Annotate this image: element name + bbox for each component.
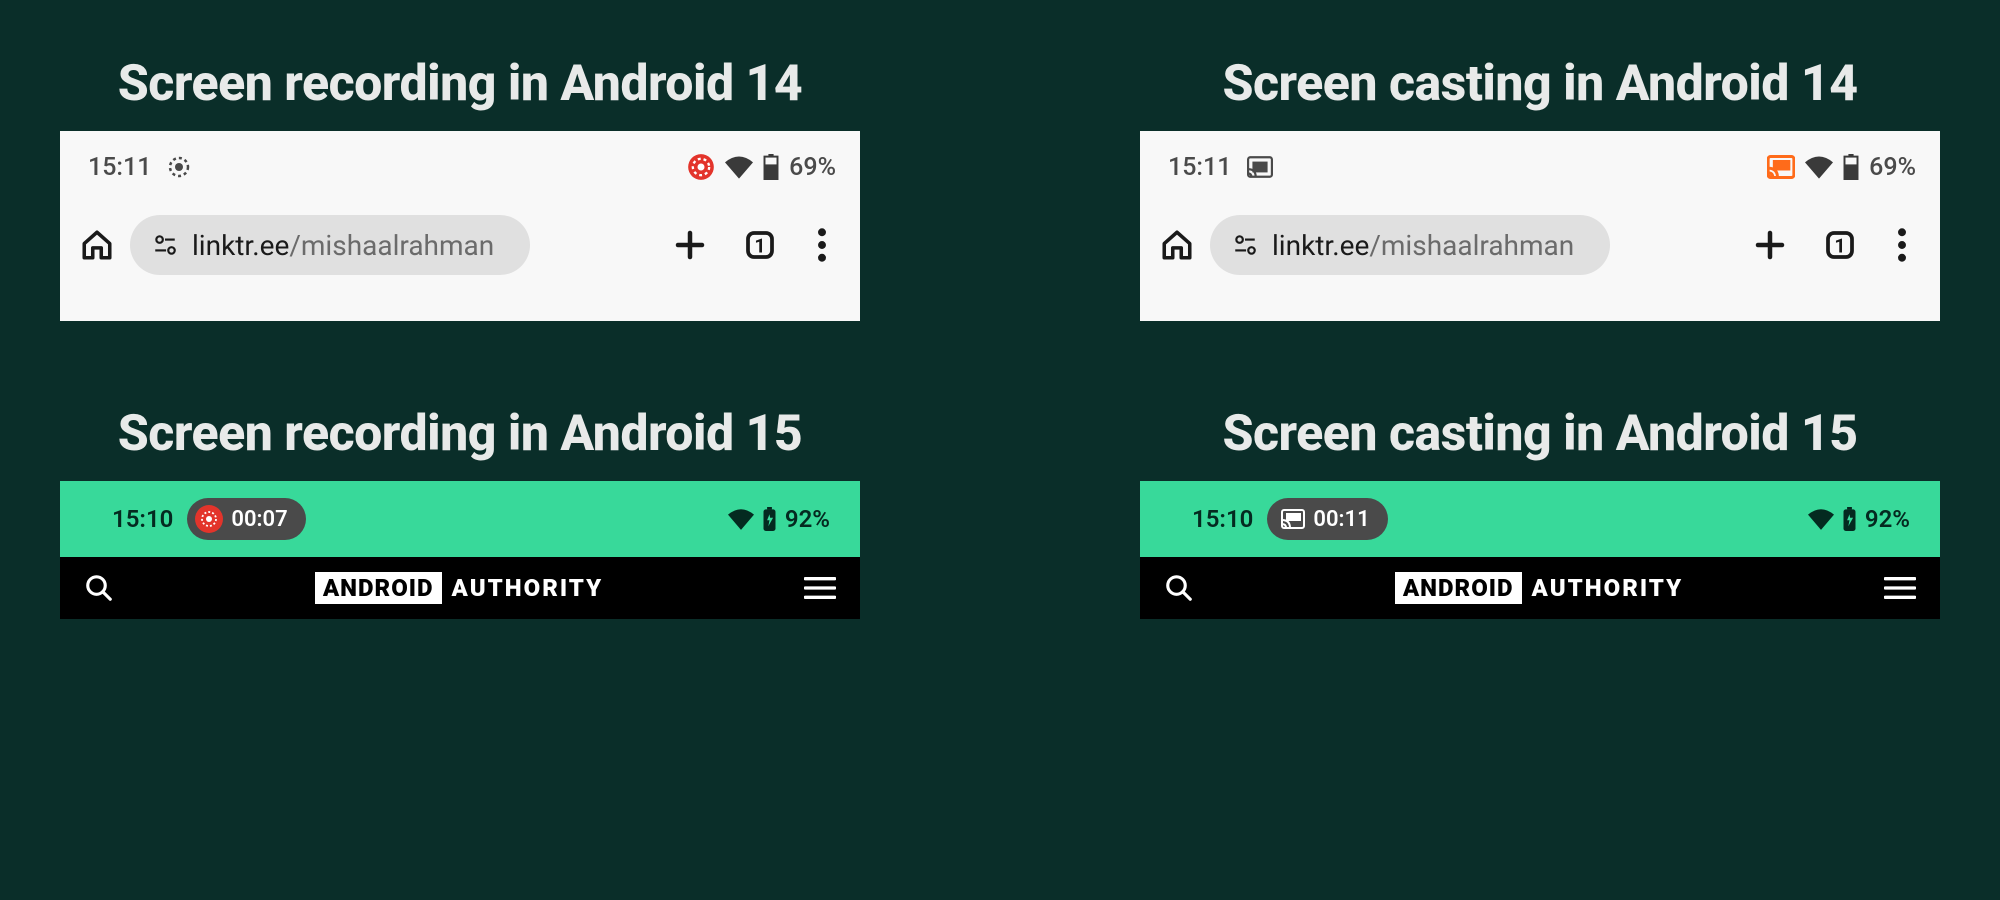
casting-chip[interactable]: 00:11 xyxy=(1267,498,1387,540)
panel-title: Screen casting in Android 14 xyxy=(1140,55,1940,113)
tab-switcher-icon[interactable]: 1 xyxy=(732,227,788,263)
url-text: linktr.ee/mishaalrahman xyxy=(1272,229,1574,262)
battery-percent: 92% xyxy=(1865,505,1910,533)
panel-casting-15: Screen casting in Android 15 15:10 00:11 xyxy=(1140,405,1940,619)
wifi-icon xyxy=(725,155,753,179)
panel-recording-15: Screen recording in Android 15 15:10 00:… xyxy=(60,405,860,619)
chip-timer: 00:07 xyxy=(231,507,287,532)
wifi-icon xyxy=(1808,508,1834,530)
record-dot-icon xyxy=(195,505,223,533)
menu-icon[interactable] xyxy=(802,228,842,262)
chip-timer: 00:11 xyxy=(1313,507,1369,532)
panel-title: Screen recording in Android 15 xyxy=(60,405,860,463)
site-settings-icon[interactable] xyxy=(152,232,178,258)
url-bar[interactable]: linktr.ee/mishaalrahman xyxy=(130,215,530,275)
tab-switcher-icon[interactable]: 1 xyxy=(1812,227,1868,263)
panel-casting-14: Screen casting in Android 14 15:11 69% xyxy=(1140,55,1940,321)
brand-text: AUTHORITY xyxy=(1532,574,1684,602)
battery-icon xyxy=(1842,507,1857,531)
status-bar: 15:11 69% xyxy=(1140,131,1940,187)
recording-chip[interactable]: 00:07 xyxy=(187,498,305,540)
status-time: 15:10 xyxy=(112,505,173,533)
cast-chip-icon xyxy=(1275,509,1305,529)
brand-logo[interactable]: ANDROID AUTHORITY xyxy=(1395,572,1683,604)
battery-icon xyxy=(763,154,779,180)
status-bar: 15:10 00:11 92% xyxy=(1140,481,1940,557)
panel-title: Screen casting in Android 15 xyxy=(1140,405,1940,463)
brand-logo[interactable]: ANDROID AUTHORITY xyxy=(315,572,603,604)
brand-box: ANDROID xyxy=(1395,572,1522,604)
wifi-icon xyxy=(728,508,754,530)
brand-text: AUTHORITY xyxy=(452,574,604,602)
svg-text:1: 1 xyxy=(1834,235,1845,258)
url-bar[interactable]: linktr.ee/mishaalrahman xyxy=(1210,215,1610,275)
home-icon[interactable] xyxy=(78,228,116,262)
search-icon[interactable] xyxy=(1164,573,1194,603)
phone-top-card: 15:11 69% xyxy=(1140,131,1940,321)
battery-percent: 69% xyxy=(1869,153,1916,182)
brand-box: ANDROID xyxy=(315,572,442,604)
record-indicator-icon xyxy=(167,155,191,179)
hamburger-icon[interactable] xyxy=(804,576,836,600)
home-icon[interactable] xyxy=(1158,228,1196,262)
browser-toolbar: linktr.ee/mishaalrahman 1 xyxy=(1140,187,1940,275)
panel-title: Screen recording in Android 14 xyxy=(60,55,860,113)
menu-icon[interactable] xyxy=(1882,228,1922,262)
status-time: 15:11 xyxy=(1168,153,1231,182)
battery-icon xyxy=(762,507,777,531)
cast-indicator-icon xyxy=(1247,156,1273,178)
record-status-icon xyxy=(687,153,715,181)
battery-icon xyxy=(1843,154,1859,180)
svg-text:1: 1 xyxy=(754,235,765,258)
site-settings-icon[interactable] xyxy=(1232,232,1258,258)
hamburger-icon[interactable] xyxy=(1884,576,1916,600)
new-tab-icon[interactable] xyxy=(1742,227,1798,263)
phone-top-card: 15:11 69% xyxy=(60,131,860,321)
cast-status-icon xyxy=(1767,155,1795,179)
search-icon[interactable] xyxy=(84,573,114,603)
app-header: ANDROID AUTHORITY xyxy=(1140,557,1940,619)
phone-top-card: 15:10 00:11 92% xyxy=(1140,481,1940,619)
wifi-icon xyxy=(1805,155,1833,179)
battery-percent: 69% xyxy=(789,153,836,182)
url-text: linktr.ee/mishaalrahman xyxy=(192,229,494,262)
status-bar: 15:11 69% xyxy=(60,131,860,187)
browser-toolbar: linktr.ee/mishaalrahman 1 xyxy=(60,187,860,275)
phone-top-card: 15:10 00:07 92% xyxy=(60,481,860,619)
battery-percent: 92% xyxy=(785,505,830,533)
status-time: 15:10 xyxy=(1192,505,1253,533)
panel-recording-14: Screen recording in Android 14 15:11 69 xyxy=(60,55,860,321)
app-header: ANDROID AUTHORITY xyxy=(60,557,860,619)
new-tab-icon[interactable] xyxy=(662,227,718,263)
status-bar: 15:10 00:07 92% xyxy=(60,481,860,557)
status-time: 15:11 xyxy=(88,153,151,182)
